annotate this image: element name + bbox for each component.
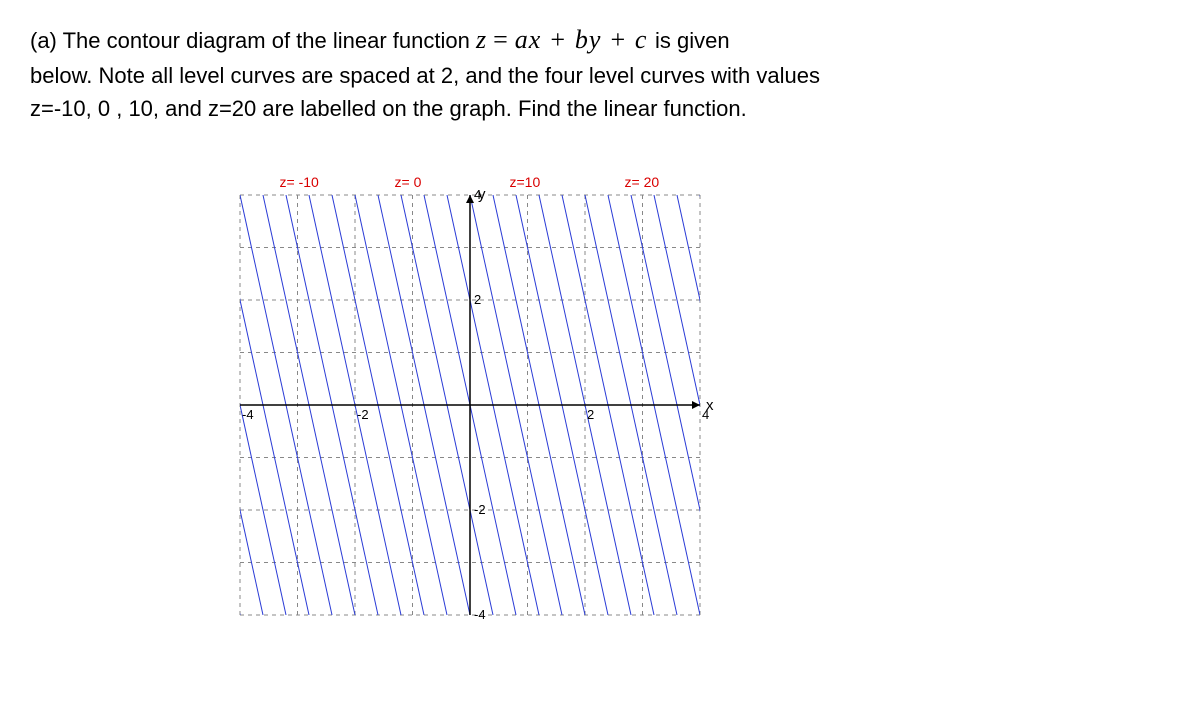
q-line2: below. Note all level curves are spaced … [30, 63, 820, 88]
svg-text:z= 20: z= 20 [625, 174, 660, 190]
question-text: (a) The contour diagram of the linear fu… [30, 20, 1130, 125]
svg-text:z=10: z=10 [510, 174, 541, 190]
svg-text:2: 2 [474, 292, 481, 307]
contour-chart: 24-4-224-4-2xyz= -10z= 0z=10z= 20 [200, 155, 1170, 655]
svg-text:z= 0: z= 0 [395, 174, 422, 190]
svg-text:-2: -2 [357, 407, 369, 422]
svg-text:z= -10: z= -10 [280, 174, 320, 190]
svg-text:-4: -4 [474, 607, 486, 622]
math-expression: z=ax + by + c [476, 25, 655, 54]
q-line3: z=-10, 0 , 10, and z=20 are labelled on … [30, 96, 747, 121]
svg-text:2: 2 [587, 407, 594, 422]
q-line1b: is given [655, 28, 730, 53]
svg-text:x: x [706, 397, 714, 414]
q-line1a: The contour diagram of the linear functi… [63, 28, 476, 53]
part-label: (a) [30, 28, 57, 53]
svg-text:-4: -4 [242, 407, 254, 422]
svg-text:y: y [478, 186, 486, 203]
svg-text:-2: -2 [474, 502, 486, 517]
